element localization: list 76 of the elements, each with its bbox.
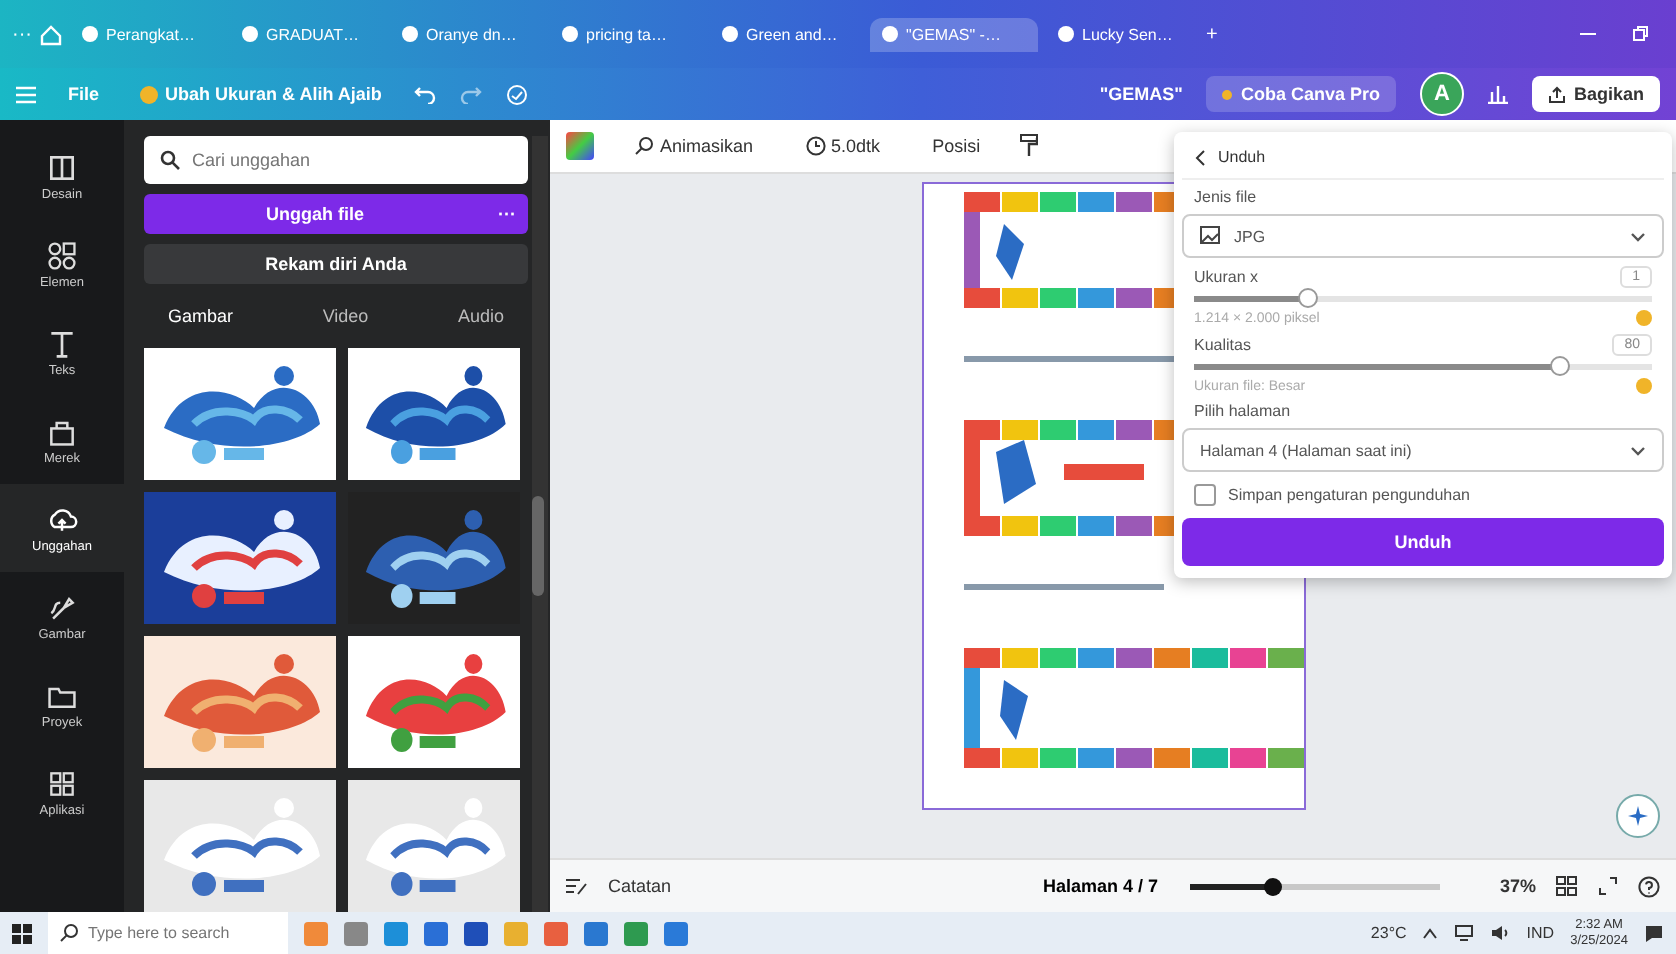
cloud-check-icon[interactable] (505, 83, 528, 105)
record-yourself-button[interactable]: Rekam diri Anda (144, 243, 528, 284)
home-icon[interactable] (40, 23, 62, 45)
design-title[interactable]: "GEMAS" (1099, 84, 1183, 104)
restore-icon[interactable] (1632, 26, 1648, 42)
new-tab-button[interactable]: + (1206, 23, 1218, 45)
search-icon (60, 924, 78, 942)
text-icon (46, 327, 78, 359)
notes-icon[interactable] (566, 877, 588, 895)
app-icon[interactable] (664, 921, 688, 945)
menu-icon[interactable] (16, 85, 36, 103)
zoom-percentage[interactable]: 37% (1499, 876, 1536, 896)
app-icon[interactable] (424, 921, 448, 945)
save-settings-checkbox[interactable]: Simpan pengaturan pengunduhan (1182, 480, 1664, 510)
more-options-button[interactable]: ··· (486, 194, 528, 234)
page-indicator[interactable]: Halaman 4 / 7 (1030, 874, 1170, 898)
browser-tab[interactable]: Lucky Sen… (1046, 17, 1198, 51)
app-icon[interactable] (624, 921, 648, 945)
duration-button[interactable]: 5.0dtk (793, 134, 893, 158)
share-icon (1547, 85, 1566, 103)
media-tab[interactable]: Gambar (164, 302, 238, 330)
browser-tab[interactable]: Green and… (710, 17, 862, 51)
chevron-up-icon[interactable] (1422, 927, 1439, 939)
position-button[interactable]: Posisi (920, 134, 993, 158)
magnifier-icon (634, 136, 654, 156)
paint-roller-icon[interactable] (1020, 134, 1039, 158)
browser-tab[interactable]: "GEMAS" -… (870, 17, 1038, 51)
taskbar-search-field[interactable]: Type here to search (48, 912, 288, 954)
media-tab[interactable]: Audio (453, 302, 508, 330)
app-icon[interactable] (344, 921, 368, 945)
upload-file-button[interactable]: Unggah file (144, 194, 486, 234)
grid-view-icon[interactable] (1556, 876, 1578, 896)
notes-button[interactable]: Catatan (608, 876, 672, 896)
chevron-down-icon (1630, 442, 1646, 458)
upload-icon (46, 503, 78, 535)
size-label: Ukuran x (1194, 268, 1259, 286)
sparkle-icon (1628, 806, 1648, 826)
app-icon[interactable] (384, 921, 408, 945)
windows-logo-icon[interactable] (12, 923, 32, 943)
app-icon[interactable] (544, 921, 568, 945)
search-field[interactable]: Cari unggahan (144, 136, 528, 184)
shapes-icon (46, 239, 78, 271)
scrollbar-thumb[interactable] (532, 496, 544, 596)
app-icon[interactable] (584, 921, 608, 945)
back-icon (1194, 149, 1206, 165)
notification-icon[interactable] (1644, 923, 1664, 943)
bar-chart-icon[interactable] (1487, 84, 1508, 104)
browser-tab[interactable]: pricing ta… (550, 17, 702, 51)
weather-text[interactable]: 23°C (1370, 924, 1407, 942)
search-icon (160, 150, 180, 170)
layout-icon (46, 151, 78, 183)
back-button[interactable]: Unduh (1182, 144, 1664, 180)
animate-button[interactable]: Animasikan (622, 134, 766, 158)
undo-icon[interactable] (413, 85, 436, 103)
file-type-label: Jenis file (1192, 188, 1259, 206)
color-swatch-icon[interactable] (566, 132, 594, 160)
speaker-icon[interactable] (1490, 924, 1511, 942)
zoom-slider[interactable] (1189, 883, 1440, 889)
download-button[interactable]: Unduh (1182, 518, 1664, 566)
browser-tab[interactable]: Oranye dn… (390, 17, 542, 51)
quality-label: Kualitas (1194, 336, 1251, 354)
media-tab[interactable]: Video (318, 302, 373, 330)
clock-icon (805, 136, 826, 156)
pages-dropdown[interactable]: Halaman 4 (Halaman saat ini) (1182, 428, 1664, 472)
try-pro-button[interactable]: Coba Canva Pro (1206, 76, 1396, 112)
fullscreen-icon[interactable] (1598, 876, 1618, 896)
file-type-dropdown[interactable]: JPG (1182, 214, 1664, 258)
magic-sparkle-button[interactable] (1616, 794, 1660, 838)
share-button[interactable]: Bagikan (1531, 76, 1660, 112)
apps-icon (46, 767, 78, 799)
language-indicator[interactable]: IND (1526, 924, 1555, 942)
help-icon[interactable] (1638, 875, 1660, 897)
app-icon[interactable] (464, 921, 488, 945)
select-pages-label: Pilih halaman (1192, 402, 1293, 420)
image-icon (1200, 226, 1222, 246)
chevron-down-icon (1630, 228, 1646, 244)
